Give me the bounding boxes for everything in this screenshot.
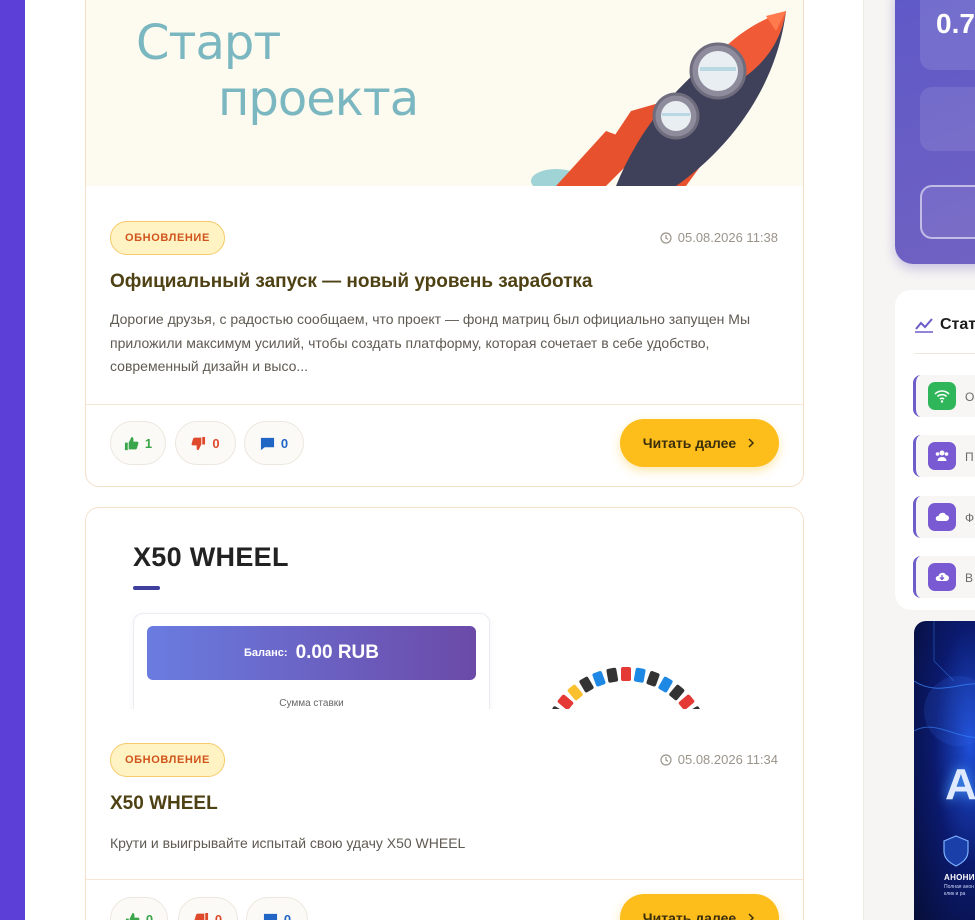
like-button[interactable]: 0	[110, 897, 168, 920]
comment-icon	[260, 437, 274, 450]
banner-caption: АНОНИМ	[944, 873, 975, 882]
left-edge-stripe	[0, 0, 25, 920]
chevron-right-icon	[748, 438, 755, 448]
stats-divider	[914, 353, 975, 354]
stat-label: О	[965, 390, 975, 404]
like-button[interactable]: 1	[110, 421, 166, 465]
post-category-badge: ОБНОВЛЕНИЕ	[110, 221, 225, 255]
news-card: Старт проекта ОБНОВЛЕНИЕ 05.08.2026 11:3…	[85, 0, 804, 487]
comments-button[interactable]: 0	[246, 897, 308, 920]
cloud-download-icon	[928, 563, 956, 591]
like-count: 1	[144, 435, 153, 451]
stats-title: Стат	[940, 316, 975, 333]
post-title[interactable]: Официальный запуск — новый уровень зараб…	[110, 271, 592, 293]
thumbs-down-icon	[191, 436, 206, 450]
read-more-label: Читать далее	[642, 435, 737, 451]
stat-label: В	[965, 571, 974, 585]
post-cover-image[interactable]: X50 WHEEL Баланс: 0.00 RUB Сумма ставки	[86, 508, 803, 709]
news-card: X50 WHEEL Баланс: 0.00 RUB Сумма ставки	[85, 507, 804, 920]
balance-amount: 0.7	[936, 8, 975, 39]
card-divider	[86, 879, 803, 880]
cloud-icon	[928, 503, 956, 531]
post-category-badge: ОБНОВЛЕНИЕ	[110, 743, 225, 777]
cover-title: X50 WHEEL	[133, 542, 289, 572]
like-count: 0	[145, 911, 154, 920]
stat-label: П	[965, 450, 974, 464]
clock-icon	[660, 753, 672, 766]
dislike-count: 0	[214, 911, 223, 920]
stat-label: Ф	[965, 511, 975, 525]
chart-line-icon	[915, 318, 933, 333]
clock-icon	[660, 231, 672, 244]
banner-subtext: Полная анон клик и ра	[944, 884, 974, 897]
balance-banner: Баланс: 0.00 RUB	[147, 626, 476, 680]
stake-label: Сумма ставки	[279, 698, 344, 709]
thumbs-up-icon	[125, 912, 140, 920]
comment-count: 0	[283, 911, 292, 920]
balance-label: Баланс:	[244, 647, 288, 659]
card-divider	[86, 404, 803, 405]
wifi-icon	[928, 382, 956, 410]
post-date-text: 05.08.2026 11:34	[677, 752, 778, 767]
post-date: 05.08.2026 11:34	[660, 752, 778, 767]
balance-secondary-box	[920, 87, 975, 151]
balance-action-button[interactable]	[920, 185, 975, 239]
thumbs-down-icon	[194, 912, 208, 920]
thumbs-up-icon	[124, 436, 139, 450]
comments-button[interactable]: 0	[244, 421, 304, 465]
comment-count: 0	[280, 435, 289, 451]
post-excerpt: Дорогие друзья, с радостью сообщаем, что…	[110, 311, 751, 374]
balance-value: 0.00 RUB	[295, 642, 379, 663]
read-more-button[interactable]: Читать далее	[620, 894, 779, 920]
post-date-text: 05.08.2026 11:38	[677, 230, 778, 245]
users-icon	[928, 442, 956, 470]
title-underline	[133, 586, 160, 590]
chevron-right-icon	[748, 913, 755, 920]
dislike-button[interactable]: 0	[178, 897, 238, 920]
post-title[interactable]: X50 WHEEL	[110, 793, 218, 815]
rocket-illustration	[531, 11, 786, 186]
dislike-count: 0	[212, 435, 220, 451]
wheel-game-panel: Баланс: 0.00 RUB Сумма ставки	[133, 613, 490, 709]
comment-icon	[263, 913, 277, 920]
post-cover-image[interactable]: Старт проекта	[86, 0, 803, 186]
wheel-illustration	[549, 667, 703, 709]
read-more-label: Читать далее	[642, 910, 737, 920]
dislike-button[interactable]: 0	[175, 421, 236, 465]
banner-headline-letter: A	[945, 760, 975, 809]
read-more-button[interactable]: Читать далее	[620, 419, 779, 467]
post-date: 05.08.2026 11:38	[660, 230, 778, 245]
post-excerpt: Крути и выигрывайте испытай свою удачу X…	[110, 835, 466, 851]
